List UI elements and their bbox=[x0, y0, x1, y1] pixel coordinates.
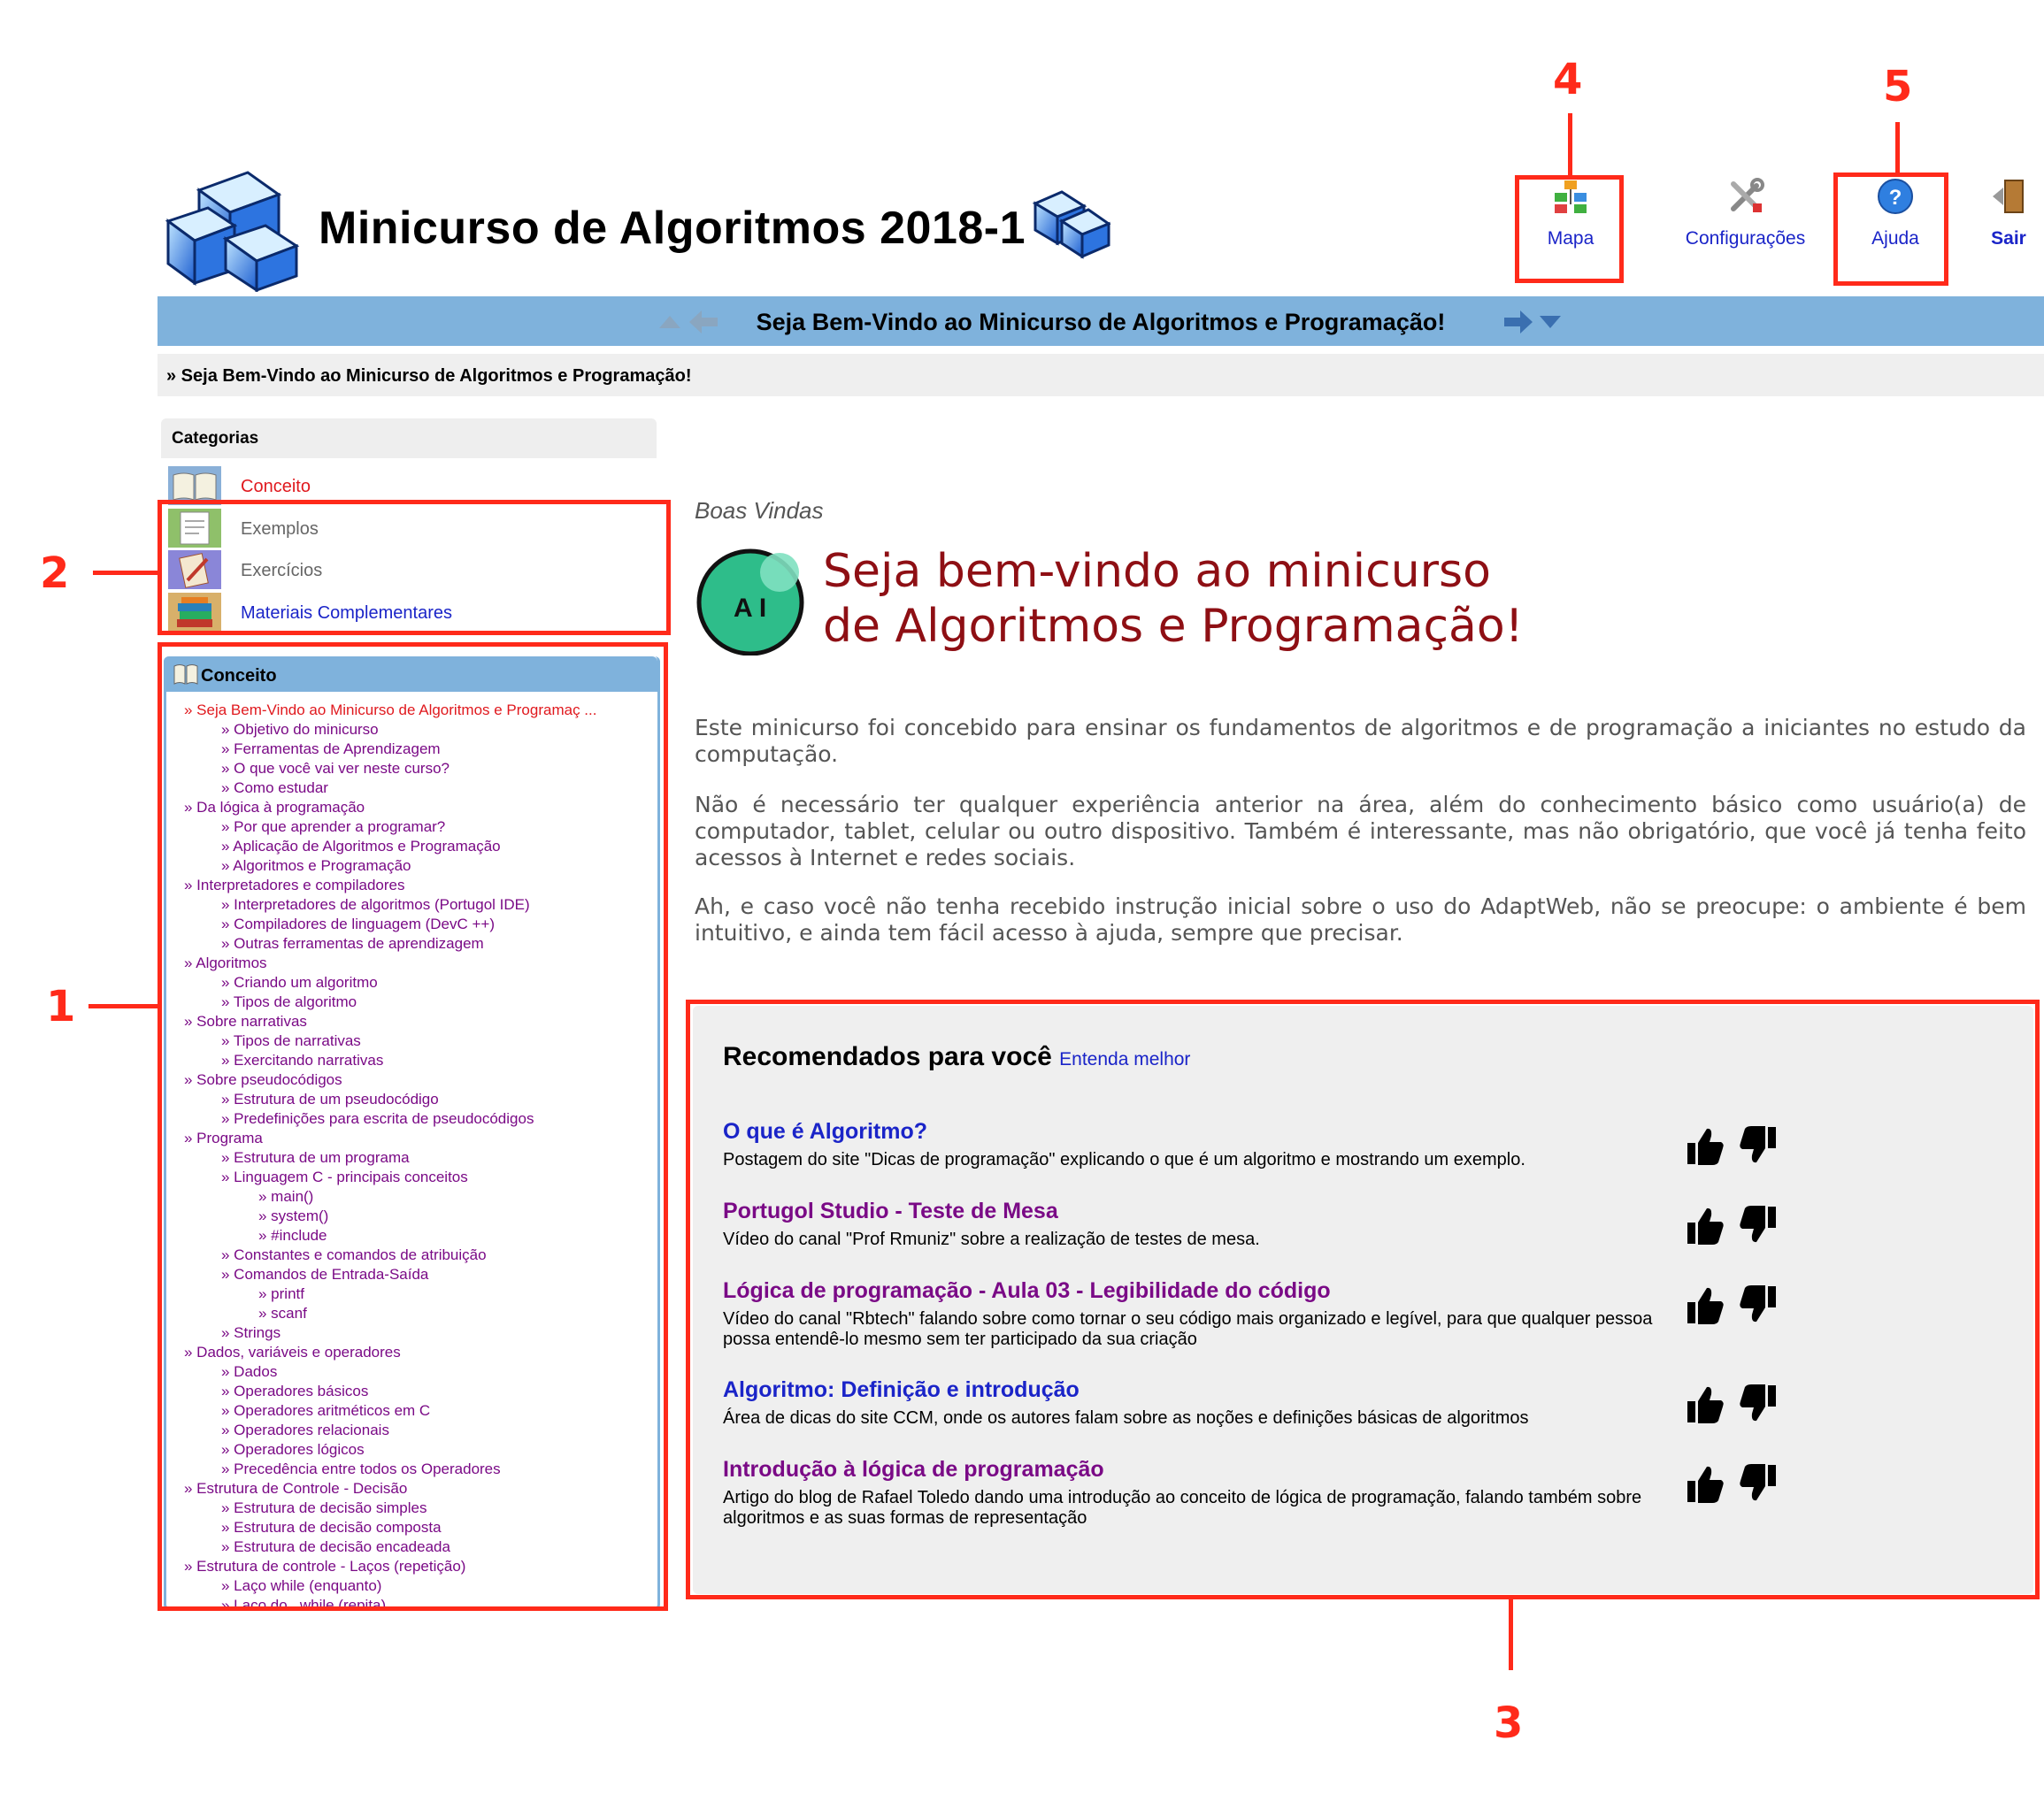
cubes-logo-icon bbox=[165, 171, 300, 292]
nav-exit-label: Sair bbox=[1991, 228, 2026, 249]
welcome-line-2: de Algoritmos e Programação! bbox=[823, 600, 1524, 653]
cubes-small-icon bbox=[1032, 190, 1110, 259]
category-label: Conceito bbox=[241, 477, 311, 496]
tools-icon bbox=[1730, 178, 1764, 212]
banner-title: Seja Bem-Vindo ao Minicurso de Algoritmo… bbox=[756, 309, 1446, 335]
categories-title: Categorias bbox=[172, 429, 259, 448]
welcome-banner: Seja Bem-Vindo ao Minicurso de Algoritmo… bbox=[158, 296, 2044, 346]
annotation-number-2: 2 bbox=[40, 548, 70, 598]
nav-settings[interactable]: Configurações bbox=[1672, 177, 1818, 249]
annotation-number-5: 5 bbox=[1883, 62, 1913, 111]
annotation-leader-4 bbox=[1568, 113, 1572, 177]
annotation-leader-1 bbox=[88, 1004, 159, 1008]
intro-paragraph: Este minicurso foi concebido para ensina… bbox=[695, 715, 2026, 767]
section-label: Boas Vindas bbox=[695, 497, 824, 524]
annotation-box-1 bbox=[158, 642, 668, 1611]
breadcrumb-text[interactable]: » Seja Bem-Vindo ao Minicurso de Algorit… bbox=[166, 366, 691, 387]
welcome-line-1: Seja bem-vindo ao minicurso bbox=[823, 545, 1491, 598]
nav-exit[interactable]: Sair bbox=[1973, 177, 2044, 249]
annotation-number-4: 4 bbox=[1553, 55, 1583, 104]
nav-next-arrows-icon[interactable] bbox=[1502, 307, 1564, 337]
ai-logo-text: A I bbox=[734, 594, 766, 623]
annotation-leader-5 bbox=[1895, 122, 1900, 173]
annotation-number-1: 1 bbox=[46, 982, 76, 1031]
annotation-box-3 bbox=[686, 1000, 2040, 1599]
exit-door-icon bbox=[1993, 180, 2024, 213]
app-title: Minicurso de Algoritmos 2018-1 bbox=[319, 203, 1026, 254]
annotation-leader-3 bbox=[1509, 1599, 1513, 1670]
ai-logo-icon: A I bbox=[696, 548, 804, 656]
categories-header: Categorias bbox=[161, 418, 657, 458]
annotation-box-2 bbox=[158, 500, 671, 635]
welcome-heading: Seja bem-vindo ao minicurso de Algoritmo… bbox=[823, 544, 1524, 654]
annotation-leader-2 bbox=[93, 571, 159, 575]
intro-paragraph: Ah, e caso você não tenha recebido instr… bbox=[695, 893, 2026, 946]
nav-settings-label: Configurações bbox=[1685, 228, 1806, 249]
annotation-box-4 bbox=[1515, 175, 1624, 283]
annotation-box-5 bbox=[1833, 172, 1948, 286]
annotation-number-3: 3 bbox=[1494, 1698, 1524, 1748]
intro-paragraph: Não é necessário ter qualquer experiênci… bbox=[695, 792, 2026, 870]
breadcrumb: » Seja Bem-Vindo ao Minicurso de Algorit… bbox=[158, 354, 2044, 396]
